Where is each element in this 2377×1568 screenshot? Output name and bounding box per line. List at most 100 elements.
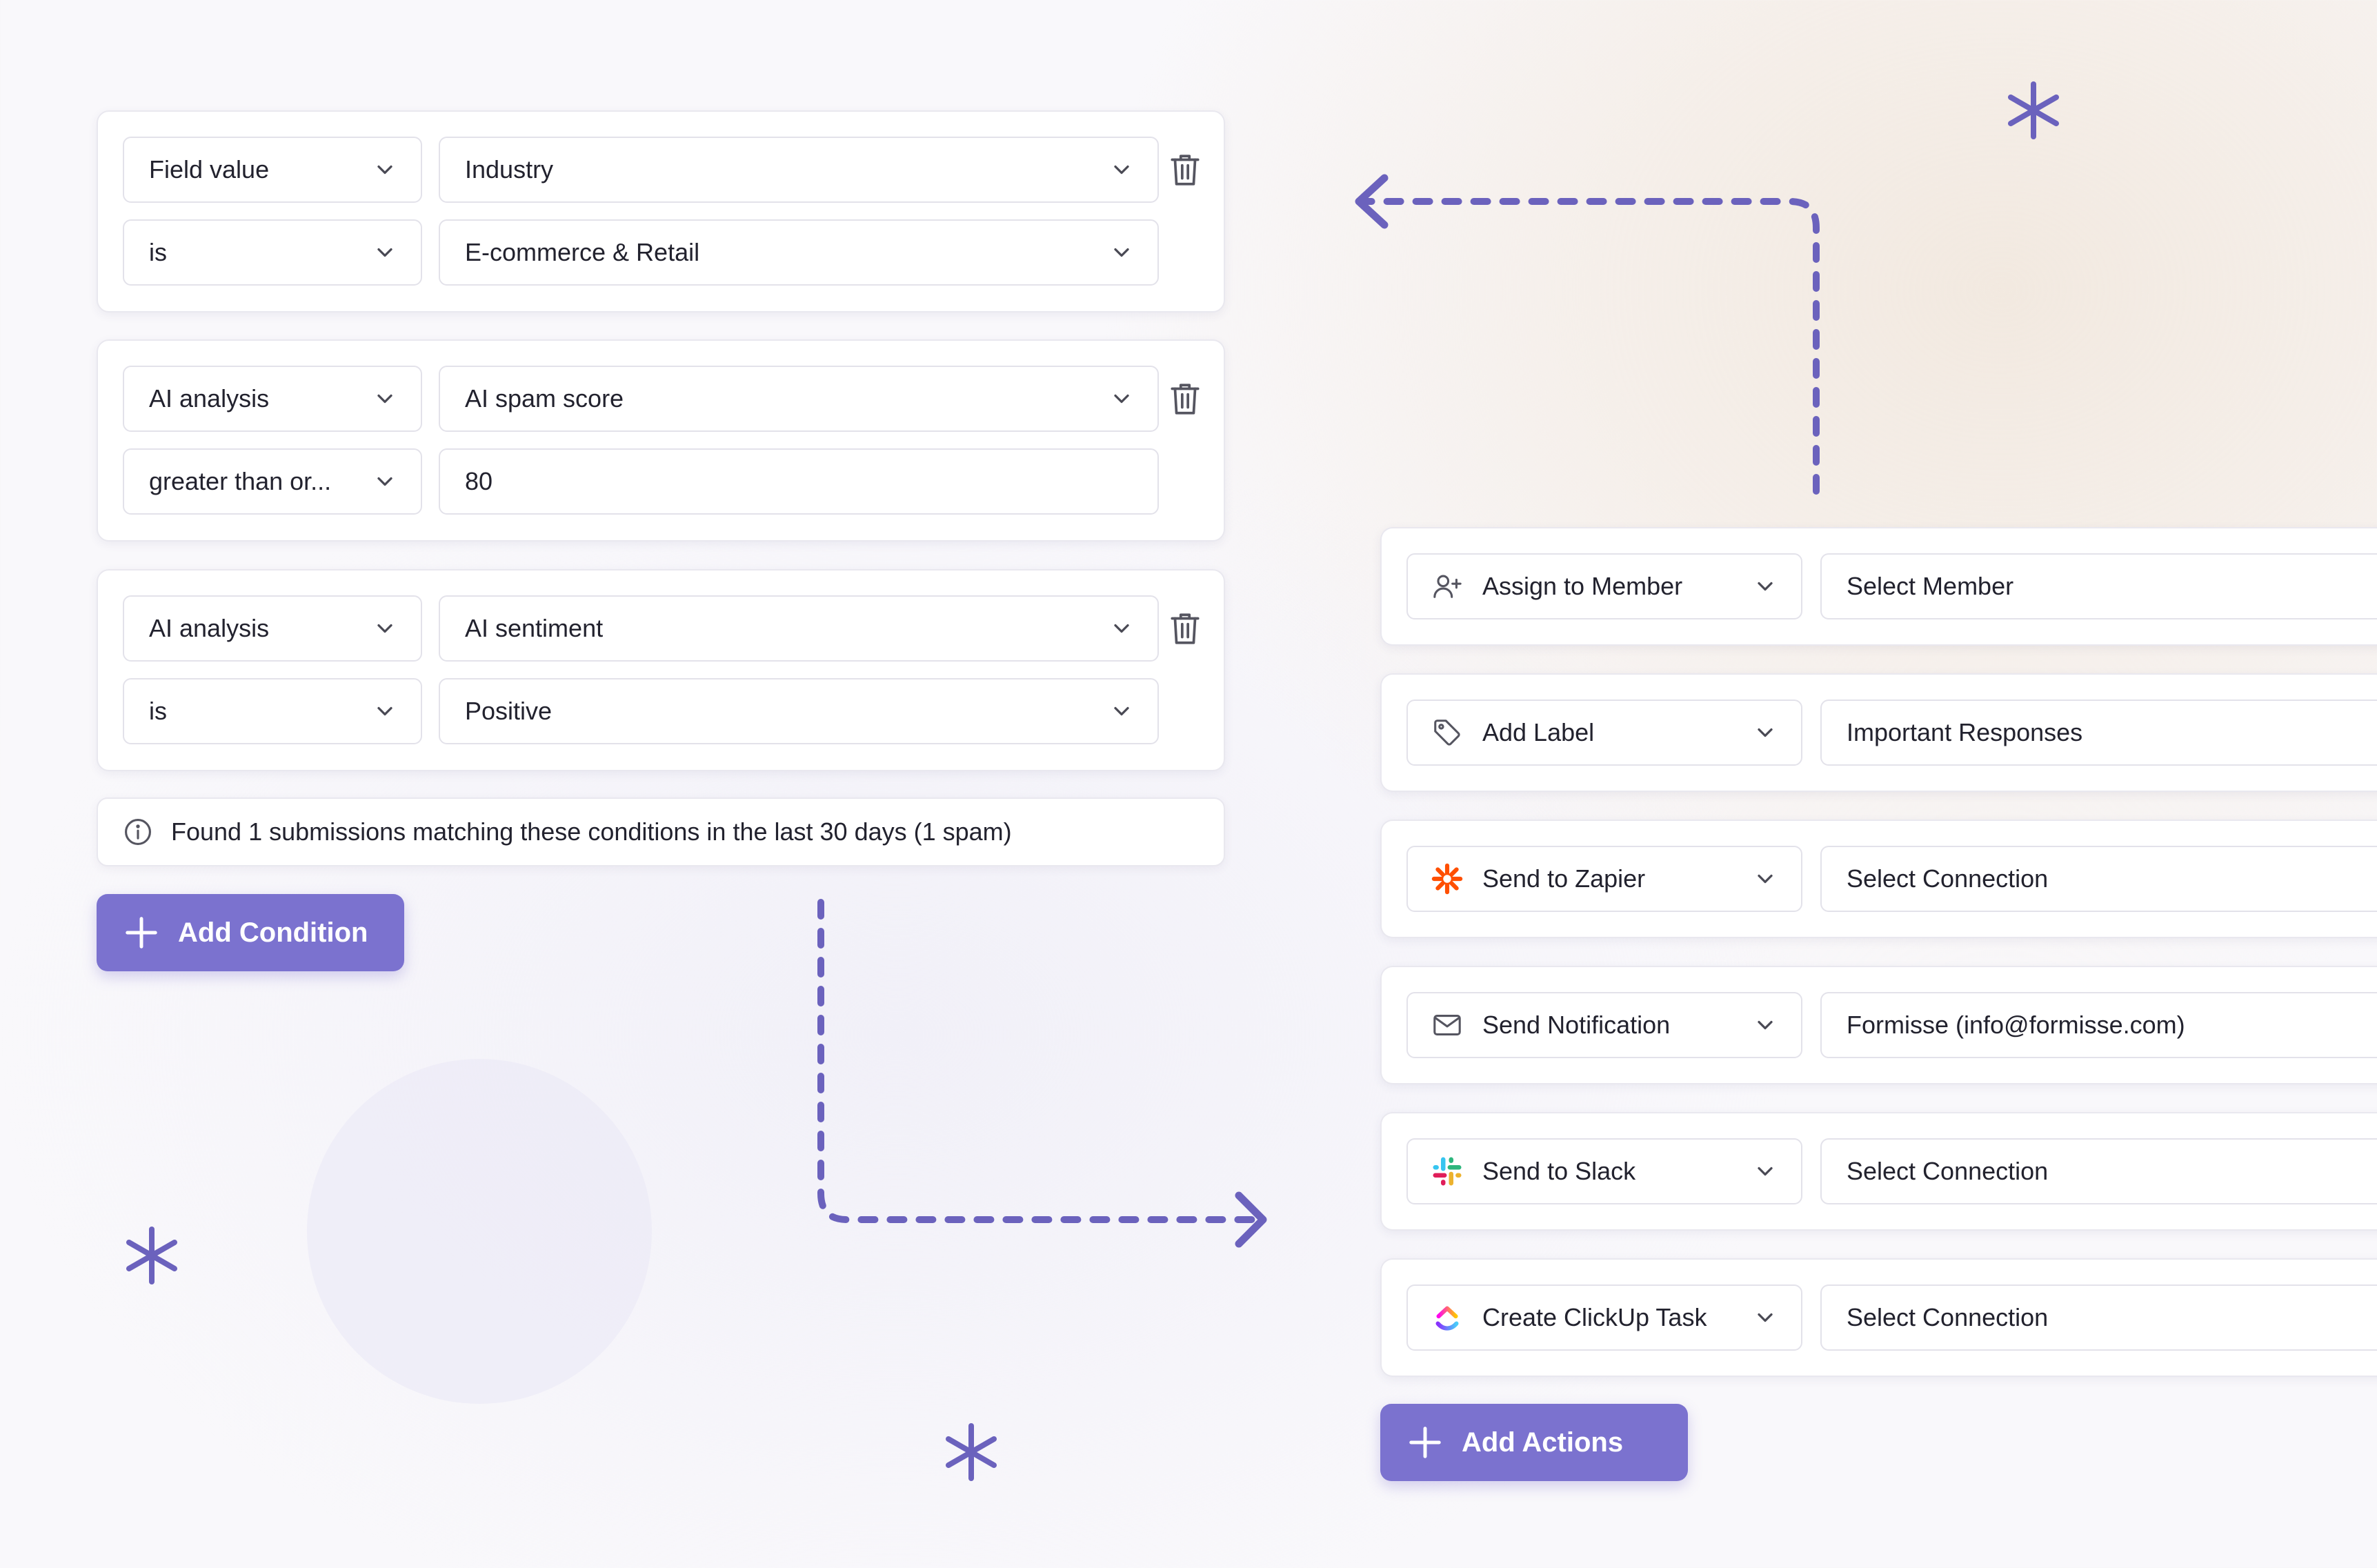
chevron-down-icon (372, 157, 397, 182)
condition-card: AI analysis AI spam score greater than o… (97, 339, 1225, 542)
chevron-down-icon (1109, 240, 1134, 265)
select-label: Field value (149, 155, 270, 183)
condition-card: AI analysis AI sentiment is Positive (97, 569, 1225, 771)
add-actions-label: Add Actions (1462, 1427, 1624, 1458)
user-plus-icon (1431, 570, 1463, 602)
condition-field-type-select[interactable]: AI analysis (123, 595, 422, 662)
select-label: E-commerce & Retail (465, 238, 700, 266)
condition-operator-select[interactable]: is (123, 219, 422, 286)
chevron-down-icon (1753, 1013, 1778, 1038)
chevron-down-icon (1753, 1159, 1778, 1184)
select-label: Select Connection (1847, 1157, 2049, 1185)
chevron-down-icon (372, 386, 397, 411)
clickup-icon (1431, 1302, 1463, 1333)
action-value-select[interactable]: Select Connection (1820, 1284, 2377, 1351)
select-label: AI spam score (465, 384, 624, 413)
action-card: Assign to Member Select Member (1380, 527, 2377, 646)
condition-field-type-select[interactable]: AI analysis (123, 366, 422, 432)
plus-icon (1409, 1427, 1441, 1458)
match-info-bar: Found 1 submissions matching these condi… (97, 797, 1225, 866)
action-type-select[interactable]: Create ClickUp Task (1406, 1284, 1802, 1351)
action-type-select[interactable]: Send to Zapier (1406, 846, 1802, 912)
select-label: Important Responses (1847, 718, 2083, 746)
select-label: Positive (465, 697, 553, 725)
action-type-select[interactable]: Send to Slack (1406, 1138, 1802, 1204)
zapier-icon (1431, 863, 1463, 895)
chevron-down-icon (1109, 386, 1134, 411)
select-label: Send Notification (1482, 1011, 1671, 1039)
chevron-down-icon (372, 699, 397, 724)
action-card: Create ClickUp Task Select Connection (1380, 1258, 2377, 1377)
select-label: Select Connection (1847, 1303, 2049, 1331)
input-value: 80 (465, 467, 493, 495)
select-label: Send to Slack (1482, 1157, 1636, 1185)
trash-icon (1171, 613, 1200, 644)
condition-field-select[interactable]: AI sentiment (439, 595, 1159, 662)
connector-to-conditions (1362, 198, 1820, 495)
chevron-down-icon (1753, 1305, 1778, 1330)
chevron-down-icon (1753, 866, 1778, 891)
action-type-select[interactable]: Send Notification (1406, 992, 1802, 1058)
select-label: AI analysis (149, 384, 270, 413)
select-label: AI sentiment (465, 614, 604, 642)
action-card: Send Notification Formisse (info@formiss… (1380, 966, 2377, 1084)
condition-value-input[interactable]: 80 (439, 448, 1159, 515)
condition-field-type-select[interactable]: Field value (123, 137, 422, 203)
action-value-select[interactable]: Important Responses (1820, 699, 2377, 766)
action-value-select[interactable]: Select Connection (1820, 846, 2377, 912)
condition-value-select[interactable]: Positive (439, 678, 1159, 744)
condition-value-select[interactable]: E-commerce & Retail (439, 219, 1159, 286)
delete-condition-button[interactable] (1168, 610, 1202, 647)
select-label: is (149, 697, 167, 725)
trash-icon (1171, 384, 1200, 415)
chevron-down-icon (372, 240, 397, 265)
select-label: Select Connection (1847, 864, 2049, 893)
arrow-left-head (1355, 174, 1389, 229)
trash-icon (1171, 155, 1200, 186)
mail-icon (1431, 1009, 1463, 1041)
condition-operator-select[interactable]: greater than or... (123, 448, 422, 515)
add-condition-label: Add Condition (178, 917, 368, 948)
add-actions-button[interactable]: Add Actions (1380, 1404, 1688, 1481)
action-card: Send to Slack Select Connection (1380, 1112, 2377, 1231)
action-value-select[interactable]: Formisse (info@formisse.com) (1820, 992, 2377, 1058)
condition-operator-select[interactable]: is (123, 678, 422, 744)
action-type-select[interactable]: Add Label (1406, 699, 1802, 766)
condition-field-select[interactable]: Industry (439, 137, 1159, 203)
chevron-down-icon (1753, 720, 1778, 745)
chevron-down-icon (372, 616, 397, 641)
action-card: Add Label Important Responses (1380, 673, 2377, 792)
select-label: Send to Zapier (1482, 864, 1646, 893)
chevron-down-icon (1109, 157, 1134, 182)
action-type-select[interactable]: Assign to Member (1406, 553, 1802, 619)
select-label: Create ClickUp Task (1482, 1303, 1707, 1331)
slack-icon (1431, 1155, 1463, 1187)
tag-icon (1431, 717, 1463, 748)
action-value-select[interactable]: Select Member (1820, 553, 2377, 619)
action-value-select[interactable]: Select Connection (1820, 1138, 2377, 1204)
info-icon (125, 819, 151, 845)
select-label: Add Label (1482, 718, 1595, 746)
delete-condition-button[interactable] (1168, 380, 1202, 417)
select-label: Industry (465, 155, 554, 183)
plus-icon (126, 917, 157, 949)
decorative-circle (307, 1059, 652, 1404)
arrow-right-head (1235, 1191, 1267, 1248)
add-condition-button[interactable]: Add Condition (97, 894, 404, 971)
select-label: greater than or... (149, 467, 332, 495)
condition-field-select[interactable]: AI spam score (439, 366, 1159, 432)
select-label: Formisse (info@formisse.com) (1847, 1011, 2185, 1039)
select-label: is (149, 238, 167, 266)
chevron-down-icon (1753, 574, 1778, 599)
select-label: AI analysis (149, 614, 270, 642)
condition-card: Field value Industry is E-commerce & Ret… (97, 110, 1225, 312)
match-info-text: Found 1 submissions matching these condi… (171, 817, 1012, 846)
delete-condition-button[interactable] (1168, 151, 1202, 188)
chevron-down-icon (1109, 616, 1134, 641)
action-card: Send to Zapier Select Connection (1380, 820, 2377, 938)
connector-to-actions (817, 899, 1255, 1223)
select-label: Assign to Member (1482, 572, 1683, 600)
chevron-down-icon (1109, 699, 1134, 724)
select-label: Select Member (1847, 572, 2014, 600)
chevron-down-icon (372, 469, 397, 494)
